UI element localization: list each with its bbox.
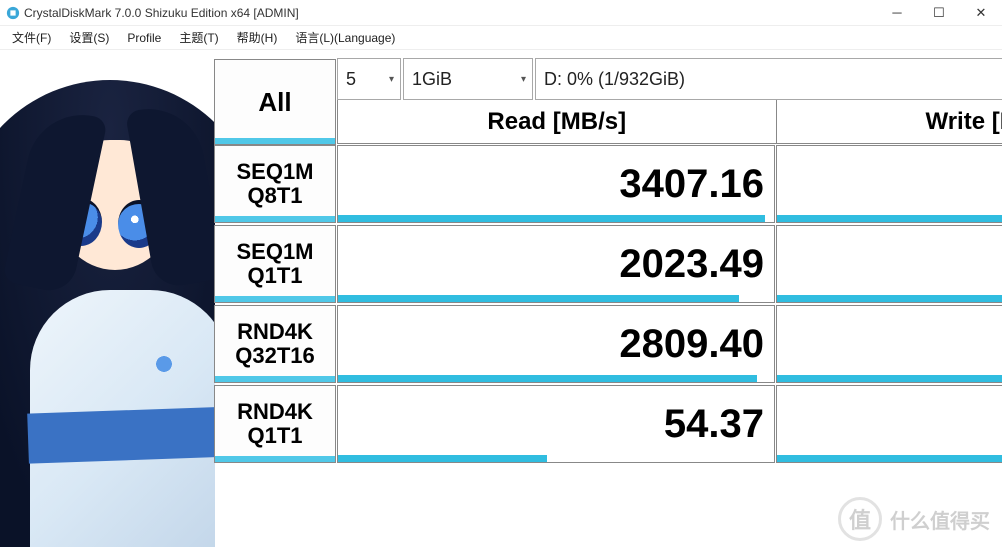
read-value-cell: 2023.49 [337,225,775,303]
menu-theme[interactable]: 主题(T) [171,27,226,48]
write-value-cell: 193.59 [776,385,1002,463]
test-row: RND4K Q32T16 2809.40 2966.63 [213,304,1002,384]
test-label-2: Q1T1 [247,424,302,448]
read-value-cell: 2809.40 [337,305,775,383]
rnd4k-q1t1-button[interactable]: RND4K Q1T1 [214,385,336,463]
test-row: SEQ1M Q1T1 2023.49 2325.45 [213,224,1002,304]
chevron-down-icon: ▾ [521,74,526,85]
write-bar [777,215,1002,222]
read-bar [338,455,547,462]
menu-settings[interactable]: 设置(S) [61,27,117,48]
menubar: 文件(F) 设置(S) Profile 主题(T) 帮助(H) 语言(L)(La… [0,26,1002,50]
test-row: SEQ1M Q8T1 3407.16 3146.18 [213,144,1002,224]
all-button[interactable]: All [214,59,336,145]
test-size-value: 1GiB [412,69,452,90]
test-label-1: SEQ1M [236,160,313,184]
write-value-cell: 2966.63 [776,305,1002,383]
seq1m-q1t1-button[interactable]: SEQ1M Q1T1 [214,225,336,303]
menu-language[interactable]: 语言(L)(Language) [287,27,403,48]
menu-profile[interactable]: Profile [119,29,169,47]
test-count-value: 5 [346,69,356,90]
benchmark-panel: All 5 ▾ 1GiB ▾ D: 0% (1/932GiB) ▾ MB/s ▾ [213,58,1002,464]
menu-help[interactable]: 帮助(H) [229,27,286,48]
read-value-cell: 54.37 [337,385,775,463]
read-value-cell: 3407.16 [337,145,775,223]
watermark: 值 什么值得买 [838,497,990,541]
watermark-badge: 值 [838,497,882,541]
read-bar [338,375,757,382]
read-value: 54.37 [664,402,764,447]
test-label-1: SEQ1M [236,240,313,264]
chevron-down-icon: ▾ [389,74,394,85]
shizuku-character [0,50,215,547]
main-area: All 5 ▾ 1GiB ▾ D: 0% (1/932GiB) ▾ MB/s ▾ [0,50,1002,547]
all-button-label: All [258,88,291,117]
read-value: 2809.40 [619,322,764,367]
test-label-1: RND4K [237,400,313,424]
write-value-cell: 2325.45 [776,225,1002,303]
test-label-2: Q32T16 [235,344,315,368]
test-row: RND4K Q1T1 54.37 193.59 [213,384,1002,464]
write-bar [777,455,1002,462]
drive-dropdown[interactable]: D: 0% (1/932GiB) ▾ [535,58,1002,100]
test-label-1: RND4K [237,320,313,344]
write-header: Write [MB/s] [776,100,1002,144]
write-bar [777,375,1002,382]
test-label-2: Q8T1 [247,184,302,208]
titlebar: CrystalDiskMark 7.0.0 Shizuku Edition x6… [0,0,1002,26]
minimize-button[interactable]: ─ [876,0,918,25]
read-bar [338,295,739,302]
read-header: Read [MB/s] [337,100,777,144]
read-value: 2023.49 [619,242,764,287]
watermark-text: 什么值得买 [890,505,990,534]
maximize-button[interactable]: ☐ [918,0,960,25]
read-value: 3407.16 [619,162,764,207]
drive-value: D: 0% (1/932GiB) [544,69,685,90]
app-icon [6,6,20,20]
write-value-cell: 3146.18 [776,145,1002,223]
rnd4k-q32t16-button[interactable]: RND4K Q32T16 [214,305,336,383]
window-title: CrystalDiskMark 7.0.0 Shizuku Edition x6… [24,6,876,20]
test-label-2: Q1T1 [247,264,302,288]
close-button[interactable]: ✕ [960,0,1002,25]
test-count-dropdown[interactable]: 5 ▾ [337,58,401,100]
test-size-dropdown[interactable]: 1GiB ▾ [403,58,533,100]
write-bar [777,295,1002,302]
menu-file[interactable]: 文件(F) [4,27,59,48]
read-bar [338,215,765,222]
seq1m-q8t1-button[interactable]: SEQ1M Q8T1 [214,145,336,223]
